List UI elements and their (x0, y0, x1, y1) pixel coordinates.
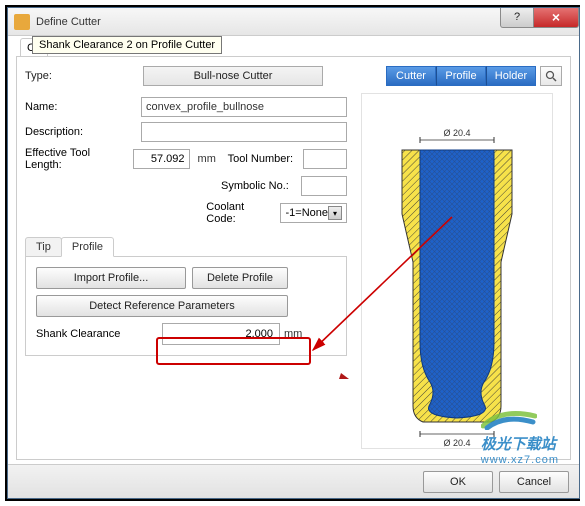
etl-label: Effective Tool Length: (25, 147, 129, 171)
tooltip: Shank Clearance 2 on Profile Cutter (32, 36, 222, 54)
coolant-label: Coolant Code: (206, 201, 276, 225)
ok-button[interactable]: OK (423, 471, 493, 493)
shank-unit: mm (284, 328, 302, 340)
type-value: Bull-nose Cutter (194, 70, 273, 82)
cutter-diagram: Ø 20.4 Ø 20.4 (362, 94, 552, 462)
description-label: Description: (25, 126, 135, 138)
shank-clearance-label: Shank Clearance (36, 328, 162, 340)
subtab-tip[interactable]: Tip (25, 237, 62, 257)
symbolic-label: Symbolic No.: (221, 180, 297, 192)
etl-unit: mm (198, 153, 216, 165)
titlebar: Define Cutter ? × (8, 8, 579, 36)
dim-bottom: Ø 20.4 (443, 438, 470, 448)
dim-top: Ø 20.4 (443, 128, 470, 138)
toolnum-input[interactable] (303, 149, 347, 169)
type-label: Type: (25, 70, 143, 82)
seg-profile[interactable]: Profile (436, 66, 486, 86)
form-left: Name: convex_profile_bullnose Descriptio… (25, 97, 347, 356)
name-label: Name: (25, 101, 135, 113)
coolant-select[interactable]: -1=None ▾ (280, 203, 347, 223)
delete-profile-button[interactable]: Delete Profile (192, 267, 288, 289)
seg-holder[interactable]: Holder (486, 66, 536, 86)
define-cutter-window: Define Cutter ? × Cu Shank Clearance 2 o… (7, 7, 580, 499)
magnify-icon (545, 70, 557, 82)
profile-subpanel: Import Profile... Delete Profile Detect … (25, 256, 347, 356)
close-button[interactable]: × (533, 8, 579, 28)
name-input[interactable]: convex_profile_bullnose (141, 97, 347, 117)
help-button[interactable]: ? (500, 8, 534, 28)
dialog-footer: OK Cancel (8, 464, 579, 498)
coolant-value: -1=None (285, 207, 328, 219)
toolnum-label: Tool Number: (228, 153, 300, 165)
symbolic-input[interactable] (301, 176, 347, 196)
detect-reference-button[interactable]: Detect Reference Parameters (36, 295, 288, 317)
type-dropdown[interactable]: Bull-nose Cutter (143, 66, 323, 86)
description-input[interactable] (141, 122, 347, 142)
window-title: Define Cutter (36, 16, 101, 28)
main-panel: Type: Bull-nose Cutter Cutter Profile Ho… (16, 56, 571, 460)
app-icon (14, 14, 30, 30)
import-profile-button[interactable]: Import Profile... (36, 267, 186, 289)
subtab-profile[interactable]: Profile (61, 237, 114, 257)
etl-input[interactable]: 57.092 (133, 149, 190, 169)
seg-cutter[interactable]: Cutter (386, 66, 436, 86)
magnify-button[interactable] (540, 66, 562, 86)
preview-pane: Ø 20.4 Ø 20.4 (361, 93, 553, 449)
chevron-down-icon: ▾ (328, 206, 342, 220)
view-segment: Cutter Profile Holder (386, 66, 536, 86)
shank-clearance-input[interactable]: 2.000 (162, 323, 280, 345)
cancel-button[interactable]: Cancel (499, 471, 569, 493)
